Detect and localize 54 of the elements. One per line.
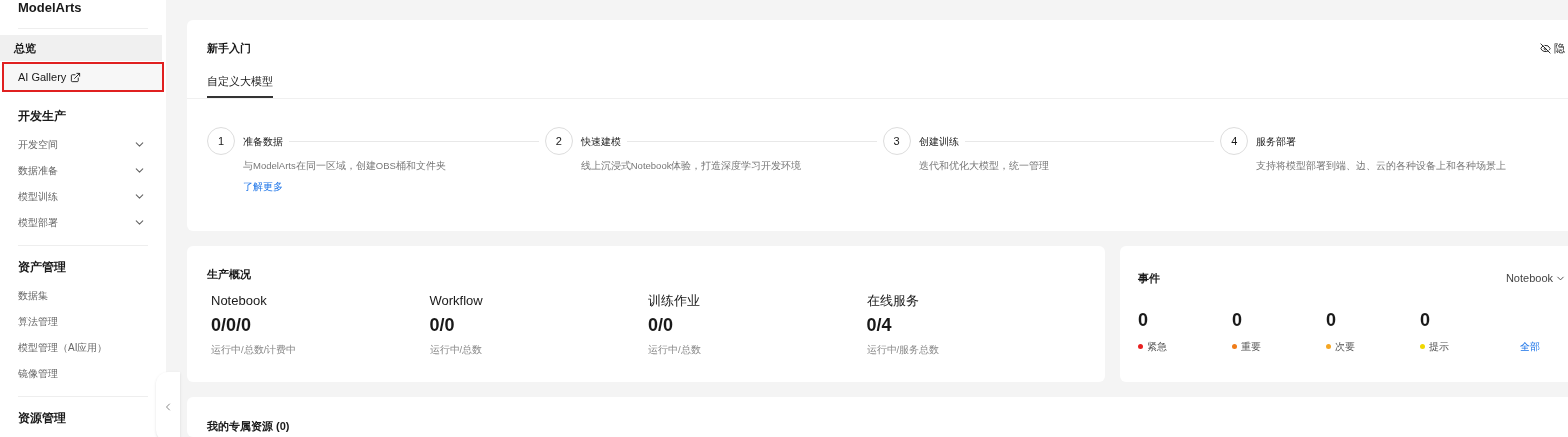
app-title: ModelArts	[18, 0, 82, 14]
event-count: 0	[1420, 308, 1431, 332]
step-description: 支持将模型部署到端、边、云的各种设备上和各种场景上	[1256, 159, 1508, 173]
section-title: 开发生产	[18, 108, 67, 125]
stat-name: 在线服务	[866, 291, 920, 310]
sidebar-item[interactable]: 镜像管理	[18, 360, 148, 386]
stat-name: Workflow	[429, 291, 484, 310]
stat-value: 0/0/0	[211, 314, 253, 337]
step-title: 准备数据	[243, 134, 283, 149]
event-level: 次要	[1335, 339, 1355, 354]
sidebar-item[interactable]: 模型训练	[18, 183, 148, 209]
all-link[interactable]: 全部	[1520, 338, 1540, 354]
section-title: 资产管理	[18, 259, 67, 276]
event-count: 0	[1326, 308, 1337, 332]
step-title: 创建训练	[918, 134, 959, 149]
stat-value: 0/4	[866, 314, 893, 337]
stat-caption: 运行中/总数	[648, 343, 702, 357]
sidebar-item[interactable]: 总览	[0, 35, 162, 61]
card-title: 新手入门	[207, 41, 251, 56]
filter-dropdown[interactable]: Notebook	[1505, 270, 1568, 287]
card-title: 我的专属资源 (0)	[207, 420, 290, 432]
event-level: 重要	[1241, 339, 1261, 354]
stat-value: 0/0	[429, 314, 456, 337]
event-level: 紧急	[1147, 339, 1167, 354]
card-title: 事件	[1138, 271, 1160, 286]
step-description: 线上沉浸式Notebook体验，打造深度学习开发环境	[580, 159, 803, 173]
stat-caption: 运行中/服务总数	[866, 343, 941, 357]
sidebar-item[interactable]: 模型部署	[18, 209, 148, 235]
card-title: 生产概况	[207, 267, 252, 282]
sidebar-item[interactable]: 数据集	[18, 282, 148, 308]
stat-name: 训练作业	[648, 291, 701, 310]
step-description: 与ModelArts在同一区域，创建OBS桶和文件夹	[243, 159, 447, 173]
sidebar-item[interactable]: 开发空间	[18, 131, 148, 157]
sidebar-item[interactable]: 数据准备	[18, 157, 148, 183]
event-level: 提示	[1429, 339, 1449, 354]
stat-value: 0/0	[648, 314, 675, 337]
event-count: 0	[1232, 308, 1243, 332]
external-link-icon	[70, 71, 82, 83]
section-title: 资源管理	[18, 410, 67, 427]
collapse-button[interactable]	[156, 372, 180, 437]
step-title: 服务部署	[1256, 134, 1297, 149]
hide-button[interactable]: 隐	[1540, 40, 1568, 57]
eye-off-icon	[1540, 42, 1551, 54]
event-count: 0	[1138, 308, 1149, 332]
stat-caption: 运行中/总数/计费中	[211, 343, 298, 357]
step-title: 快速建模	[580, 134, 621, 149]
sidebar-item[interactable]: 模型管理（AI应用）	[18, 334, 148, 360]
sidebar-item[interactable]: 算法管理	[18, 308, 148, 334]
stat-name: Notebook	[211, 291, 268, 310]
stat-caption: 运行中/总数	[429, 343, 484, 357]
learn-more-link[interactable]: 了解更多	[243, 179, 545, 195]
tab[interactable]: 自定义大模型	[207, 72, 273, 98]
step-description: 迭代和优化大模型，统一管理	[918, 159, 1050, 173]
sidebar-item[interactable]: AI Gallery	[4, 64, 162, 90]
